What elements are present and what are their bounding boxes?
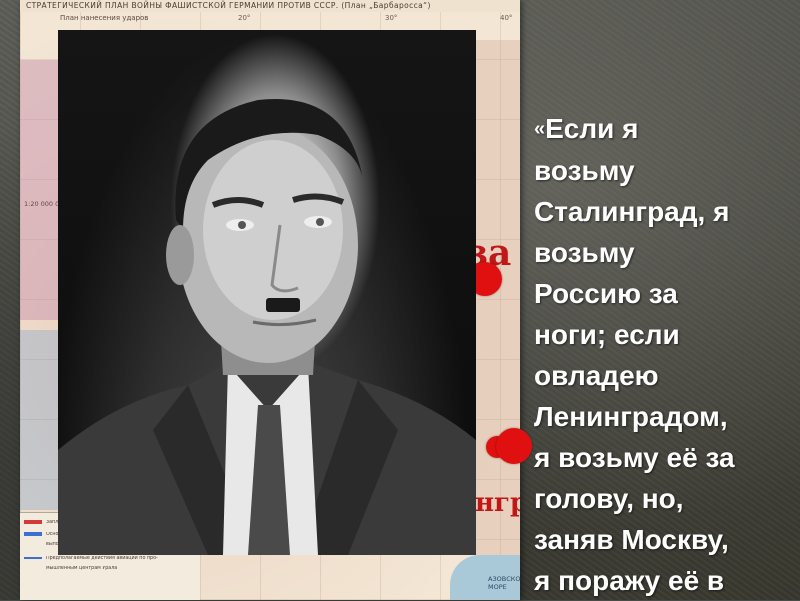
map-region [475, 40, 520, 560]
quote-body: Если я возьму Сталинград, я возьму Росси… [534, 113, 735, 596]
map-title: СТРАТЕГИЧЕСКИЙ ПЛАН ВОЙНЫ ФАШИСТСКОЙ ГЕР… [20, 0, 520, 12]
map-coordinate: 20° [238, 14, 251, 22]
map-city-label: нград [475, 488, 520, 518]
legend-item: мышленным центрам Урала [46, 565, 118, 571]
portrait-figure [58, 99, 476, 555]
quote-text: «Если я возьму Сталинград, я возьму Росс… [534, 108, 796, 601]
portrait-photo [58, 30, 476, 555]
quote-open-mark: « [534, 118, 546, 140]
map-subtitle: План нанесения ударов [60, 14, 149, 22]
map-sea-label: АЗОВСКОЕ МОРЕ [488, 575, 520, 591]
city-marker [496, 428, 532, 464]
map-coordinate: 30° [385, 14, 398, 22]
map-coordinate: 40° [500, 14, 513, 22]
